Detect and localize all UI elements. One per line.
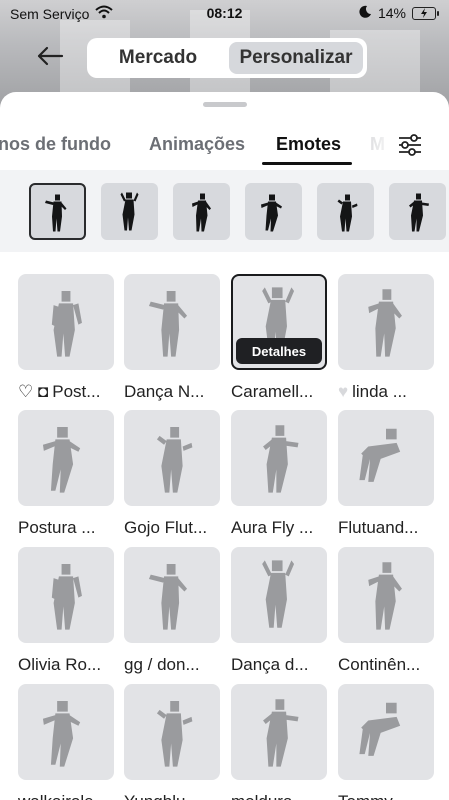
- sheet-grabber[interactable]: [203, 102, 247, 107]
- emote-tile[interactable]: [338, 410, 434, 506]
- emote-label: Continên...: [338, 655, 444, 675]
- emote-label: Yungblu...: [124, 792, 230, 800]
- emote-preview-icon: [42, 426, 81, 493]
- emote-name: Continên...: [338, 655, 421, 674]
- emote-label: moldura...: [231, 792, 337, 800]
- favorite-icon[interactable]: ♡ ◘: [18, 382, 48, 402]
- emote-preview-icon: [148, 563, 188, 630]
- battery-icon: [412, 6, 439, 20]
- emote-label: Dança d...: [231, 655, 337, 675]
- equipped-emotes-strip: [0, 170, 449, 252]
- emote-tile[interactable]: [338, 684, 434, 780]
- emote-name: Flutuand...: [338, 518, 419, 537]
- tab-backgrounds[interactable]: nos de fundo: [0, 134, 111, 155]
- moon-icon: [359, 5, 372, 21]
- emote-name: Dança N...: [124, 382, 205, 401]
- emote-tile[interactable]: Detalhes: [231, 274, 327, 370]
- equipped-slot[interactable]: [389, 183, 446, 240]
- emote-tile[interactable]: [231, 547, 327, 643]
- emote-name: Gojo Flut...: [124, 518, 208, 537]
- emote-label: Tommy ...: [338, 792, 444, 800]
- emote-label: Flutuand...: [338, 518, 444, 538]
- details-button[interactable]: Detalhes: [236, 338, 322, 364]
- sliders-icon: [397, 133, 423, 161]
- equipped-slot[interactable]: [29, 183, 86, 240]
- emote-tile[interactable]: [124, 684, 220, 780]
- emote-preview-icon: [263, 425, 299, 493]
- equipped-slot[interactable]: [317, 183, 374, 240]
- emote-figure-icon: [337, 194, 357, 231]
- emote-name: Olivia Ro...: [18, 655, 102, 674]
- emote-figure-icon: [408, 193, 429, 231]
- emote-name: Postura ...: [18, 518, 96, 537]
- emote-tile[interactable]: [18, 274, 114, 370]
- equipped-slot[interactable]: [245, 183, 302, 240]
- emote-tile[interactable]: [338, 274, 434, 370]
- emote-figure-icon: [260, 194, 282, 231]
- emote-label: walkairole: [18, 792, 124, 800]
- tab-animations[interactable]: Animações: [149, 134, 245, 155]
- emote-preview-icon: [51, 290, 82, 357]
- emote-preview-icon: [262, 560, 295, 628]
- emote-preview-icon: [156, 426, 193, 493]
- emote-label: Postura ...: [18, 518, 124, 538]
- emote-name: Aura Fly ...: [231, 518, 314, 537]
- emote-name: walkairole: [18, 792, 94, 800]
- emote-preview-icon: [51, 563, 82, 630]
- emote-tile[interactable]: [18, 547, 114, 643]
- emote-name: Yungblu...: [124, 792, 200, 800]
- emote-name: linda ...: [352, 382, 407, 401]
- emote-figure-icon: [120, 192, 138, 230]
- emote-name: Tommy ...: [338, 792, 412, 800]
- emote-preview-icon: [148, 290, 188, 357]
- segment-personalizar[interactable]: Personalizar: [229, 42, 363, 74]
- emote-preview-icon: [368, 289, 402, 357]
- equipped-slot[interactable]: [101, 183, 158, 240]
- emote-label: gg / don...: [124, 655, 230, 675]
- tab-emotes[interactable]: Emotes: [276, 134, 341, 155]
- emote-name: moldura...: [231, 792, 307, 800]
- emote-name: Dança d...: [231, 655, 309, 674]
- mode-switch: Mercado Personalizar: [87, 38, 367, 78]
- emote-preview-icon: [359, 702, 401, 756]
- emote-tile[interactable]: [338, 547, 434, 643]
- equipped-slot[interactable]: [173, 183, 230, 240]
- battery-percent: 14%: [377, 5, 406, 21]
- filter-button[interactable]: [394, 132, 426, 162]
- emote-figure-icon: [44, 194, 66, 231]
- emote-preview-icon: [359, 428, 401, 482]
- active-tab-indicator: [262, 162, 352, 165]
- favorite-icon[interactable]: ♥: [338, 382, 348, 402]
- emote-label: Dança N...: [124, 382, 230, 402]
- emote-tile[interactable]: [231, 684, 327, 780]
- emote-name: Post...: [52, 382, 101, 401]
- emote-label: ♡ ◘ Post...: [18, 382, 124, 402]
- emote-tile[interactable]: [18, 684, 114, 780]
- customize-sheet: nos de fundo Animações Emotes M ♡ ◘Post.…: [0, 92, 449, 800]
- arrow-left-icon: [36, 46, 64, 71]
- emote-preview-icon: [368, 562, 402, 630]
- status-bar: Sem Serviço 08:12 14%: [0, 0, 449, 28]
- back-button[interactable]: [30, 42, 70, 74]
- emote-preview-icon: [42, 700, 81, 767]
- segment-mercado[interactable]: Mercado: [91, 42, 225, 74]
- emote-label: Caramell...: [231, 382, 337, 402]
- emote-tile[interactable]: [124, 274, 220, 370]
- emote-tile[interactable]: [18, 410, 114, 506]
- emote-tile[interactable]: [124, 410, 220, 506]
- emote-tile[interactable]: [124, 547, 220, 643]
- emote-name: Caramell...: [231, 382, 314, 401]
- emote-label: Olivia Ro...: [18, 655, 124, 675]
- emote-tile[interactable]: [231, 410, 327, 506]
- emote-preview-icon: [156, 700, 193, 767]
- emote-preview-icon: [263, 699, 299, 767]
- emote-label: ♥ linda ...: [338, 382, 444, 402]
- emote-label: Gojo Flut...: [124, 518, 230, 538]
- emote-name: gg / don...: [124, 655, 200, 674]
- emote-figure-icon: [191, 193, 211, 231]
- emote-label: Aura Fly ...: [231, 518, 337, 538]
